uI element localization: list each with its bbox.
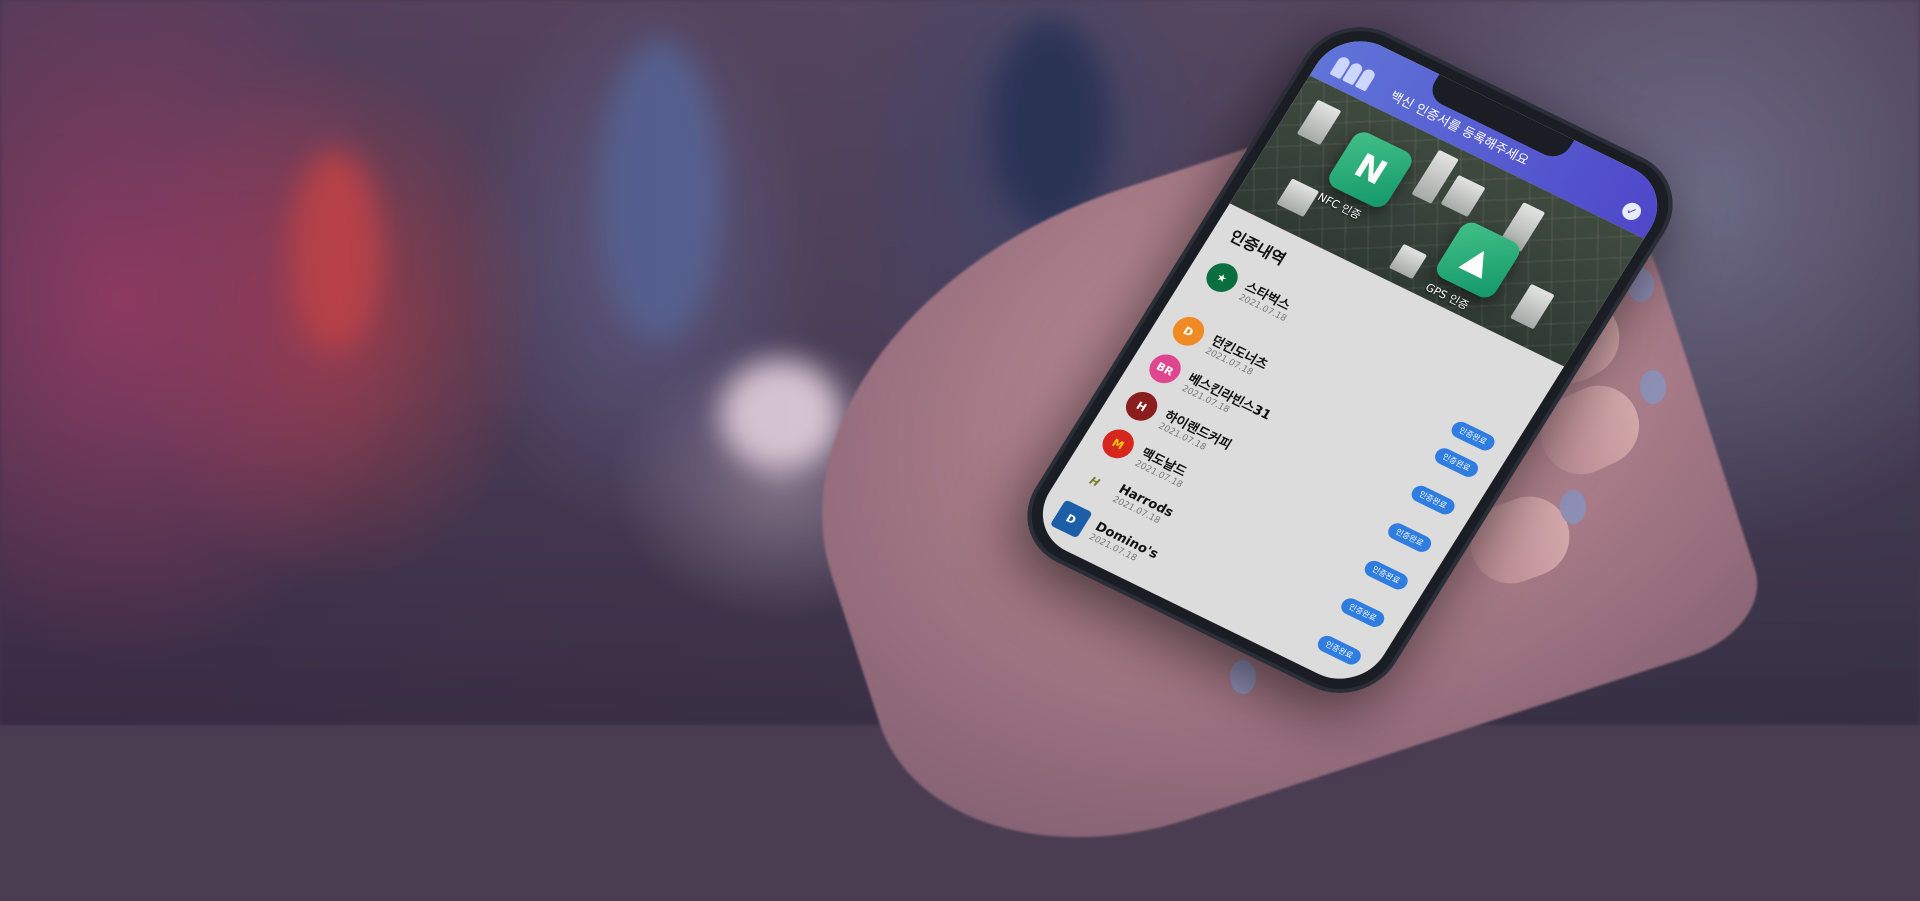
- status-badge[interactable]: 인증완료: [1361, 557, 1412, 592]
- gps-navigation-icon: ▲: [1455, 237, 1501, 283]
- phone-body: 백신 인증서를 등록해주세요 ✓ N NFC 인증 ▲ GPS 인증 인증내역 …: [1005, 7, 1695, 713]
- baskin-robbins-logo: BR: [1143, 349, 1187, 389]
- building: [1510, 283, 1555, 330]
- dominos-logo: D: [1049, 499, 1093, 539]
- building: [1388, 243, 1428, 280]
- starbucks-logo: ★: [1200, 258, 1244, 297]
- harrods-logo: H: [1087, 473, 1103, 489]
- building: [1440, 174, 1486, 218]
- building: [1296, 99, 1342, 146]
- status-badge[interactable]: 인증완료: [1314, 632, 1365, 667]
- phone-screen: 백신 인증서를 등록해주세요 ✓ N NFC 인증 ▲ GPS 인증 인증내역 …: [1025, 26, 1675, 694]
- nfc-icon: N: [1346, 146, 1394, 193]
- dunkin-logo: D: [1167, 311, 1210, 351]
- highlands-coffee-logo: H: [1120, 386, 1164, 426]
- building: [1276, 178, 1320, 218]
- status-badge[interactable]: 인증완료: [1408, 482, 1459, 517]
- shield-check-icon: ✓: [1618, 199, 1645, 224]
- phone-mockup: 백신 인증서를 등록해주세요 ✓ N NFC 인증 ▲ GPS 인증 인증내역 …: [1005, 7, 1695, 713]
- mcdonalds-logo: M: [1096, 424, 1140, 464]
- status-badge[interactable]: 인증완료: [1384, 519, 1435, 555]
- status-badge[interactable]: 인증완료: [1337, 594, 1388, 630]
- status-badge[interactable]: 인증완료: [1431, 444, 1482, 480]
